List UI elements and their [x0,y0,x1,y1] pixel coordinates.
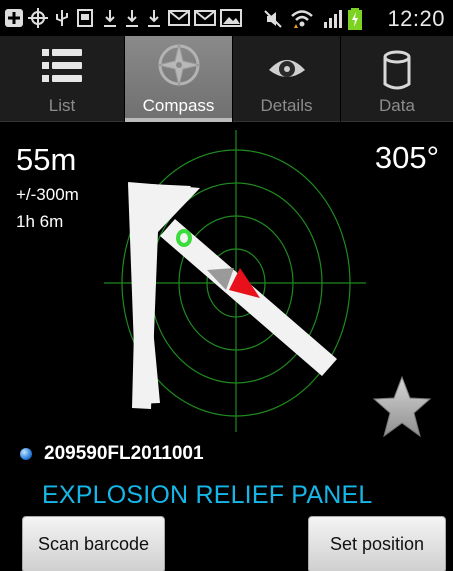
eye-icon [268,60,305,77]
mute-icon [264,10,282,28]
add-icon [5,9,23,27]
battery-charging-icon [348,8,362,30]
distance-readout: 55m [16,142,77,177]
tab-data[interactable]: Data [341,36,453,122]
tab-label: Data [379,96,415,115]
tab-list[interactable]: List [0,36,125,122]
image-icon [220,9,242,27]
download-icon [104,10,116,27]
download-icon [148,10,160,27]
tab-label: List [48,96,76,115]
list-icon [42,49,82,82]
favorite-star-icon[interactable] [372,374,432,440]
tab-label: Compass [142,96,215,115]
status-bar: 12:20 [0,0,453,36]
email-icon [194,10,216,26]
compass-icon [157,43,200,87]
tab-label: Details [260,96,313,115]
download-icon [126,10,138,27]
email-icon [168,10,190,26]
compass-radar [104,130,366,432]
signal-icon [324,10,342,28]
waypoint-code: 209590FL2011001 [44,443,204,464]
wifi-icon [291,10,313,28]
database-icon [383,50,411,90]
tab-compass[interactable]: Compass [125,36,233,122]
bearing-readout: 305° [374,140,439,175]
gps-icon [28,8,48,28]
eta-readout: 1h 6m [16,212,64,231]
waypoint-name: EXPLOSION RELIEF PANEL [42,481,373,509]
tab-bar: List Compass Details Data [0,36,453,122]
usb-icon [56,10,68,26]
accuracy-readout: +/-300m [16,185,79,204]
status-clock: 12:20 [387,6,445,31]
set-position-button[interactable]: Set position [308,516,446,571]
sd-card-icon [77,9,93,27]
active-tab-indicator [125,118,232,122]
scan-barcode-button[interactable]: Scan barcode [22,516,165,571]
tab-details[interactable]: Details [233,36,341,122]
waypoint-indicator-icon [20,448,32,460]
